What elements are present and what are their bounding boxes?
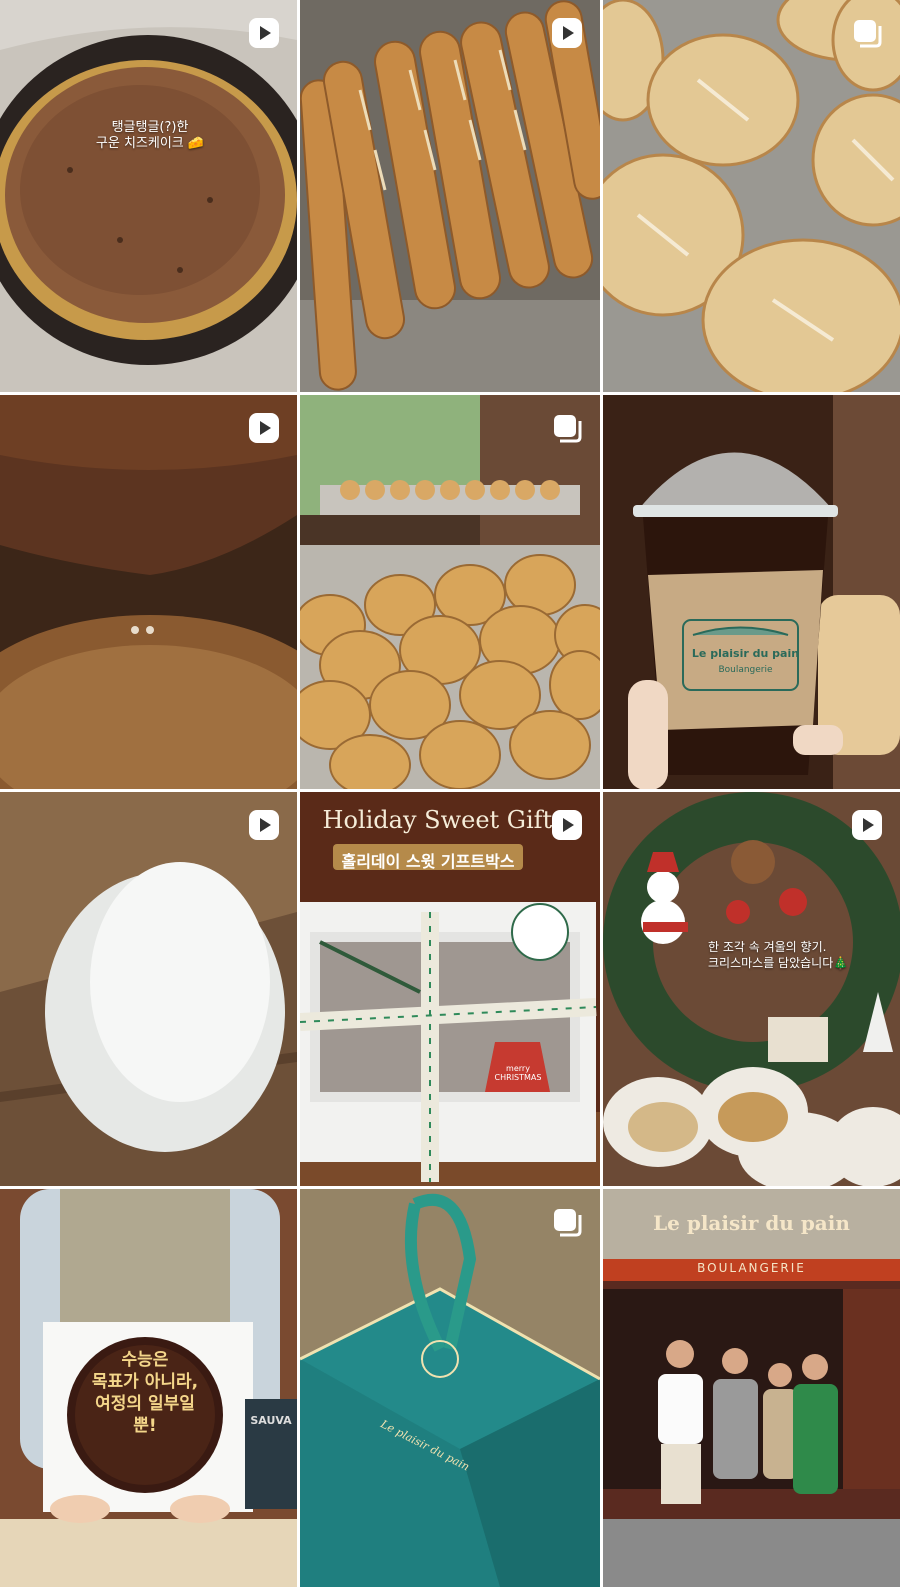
carousel-icon: [854, 20, 882, 48]
carousel-icon: [554, 415, 582, 443]
post-tile-round-breads[interactable]: [603, 0, 900, 395]
carousel-icon: [554, 1209, 582, 1237]
teal-box-image: [300, 1189, 600, 1587]
bag-label-text: SAUVA: [250, 1414, 292, 1427]
christmas-stollen-image: [603, 792, 900, 1186]
post-tile-holiday-gift-box[interactable]: Holiday Sweet Gift B 홀리데이 스윗 기프트박스 merry…: [300, 792, 600, 1189]
cup-sleeve-brand: Le plaisir du pain: [691, 647, 800, 660]
post-tile-dough[interactable]: [0, 792, 297, 1189]
gift-title-ko: 홀리데이 스윗 기프트박스: [341, 852, 515, 871]
profile-post-grid: 탱글탱글(?)한 구운 치즈케이크 🧀 Le plaisir du pain B…: [0, 0, 900, 1590]
store-sign-text: Le plaisir du pain: [653, 1211, 850, 1235]
post-tile-message-cake[interactable]: 수능은 목표가 아니라, 여정의 일부일 뿐! SAUVA: [0, 1189, 297, 1590]
reel-icon: [552, 18, 582, 48]
round-breads-image: [603, 0, 900, 392]
post-tile-iced-coffee[interactable]: Le plaisir du pain Boulangerie: [603, 395, 900, 792]
post-tile-storefront[interactable]: Le plaisir du pain BOULANGERIE: [603, 1189, 900, 1590]
cup-sleeve-sub: Boulangerie: [718, 665, 773, 675]
baguettes-image: [300, 0, 600, 392]
post-tile-cheesecake[interactable]: 탱글탱글(?)한 구운 치즈케이크 🧀: [0, 0, 297, 395]
reel-icon: [249, 810, 279, 840]
post-tile-christmas-stollen[interactable]: 한 조각 속 겨울의 향기. 크리스마스를 담았습니다🎄: [603, 792, 900, 1189]
reel-icon: [552, 810, 582, 840]
stollen-caption-text: 한 조각 속 겨울의 향기. 크리스마스를 담았습니다🎄: [708, 940, 849, 970]
reel-icon: [852, 810, 882, 840]
iced-coffee-image: [603, 395, 900, 789]
christmas-tag-text: merry CHRISTMAS: [494, 1064, 542, 1082]
chocolate-pour-image: [0, 395, 297, 789]
cake-message-text: 수능은 목표가 아니라, 여정의 일부일 뿐!: [91, 1350, 199, 1436]
dough-image: [0, 792, 297, 1186]
post-tile-baguettes[interactable]: [300, 0, 600, 395]
storefront-image: [603, 1189, 900, 1587]
reel-icon: [249, 18, 279, 48]
post-tile-teal-box[interactable]: Le plaisir du pain: [300, 1189, 600, 1590]
cheesecake-image: [0, 0, 297, 392]
post-tile-chocolate-pour[interactable]: [0, 395, 297, 792]
post-tile-bakery-display[interactable]: [300, 395, 600, 792]
store-sign-sub-text: BOULANGERIE: [697, 1261, 806, 1275]
reel-icon: [249, 413, 279, 443]
bakery-display-image: [300, 395, 600, 789]
reel-caption-text: 탱글탱글(?)한 구운 치즈케이크 🧀: [95, 120, 205, 151]
